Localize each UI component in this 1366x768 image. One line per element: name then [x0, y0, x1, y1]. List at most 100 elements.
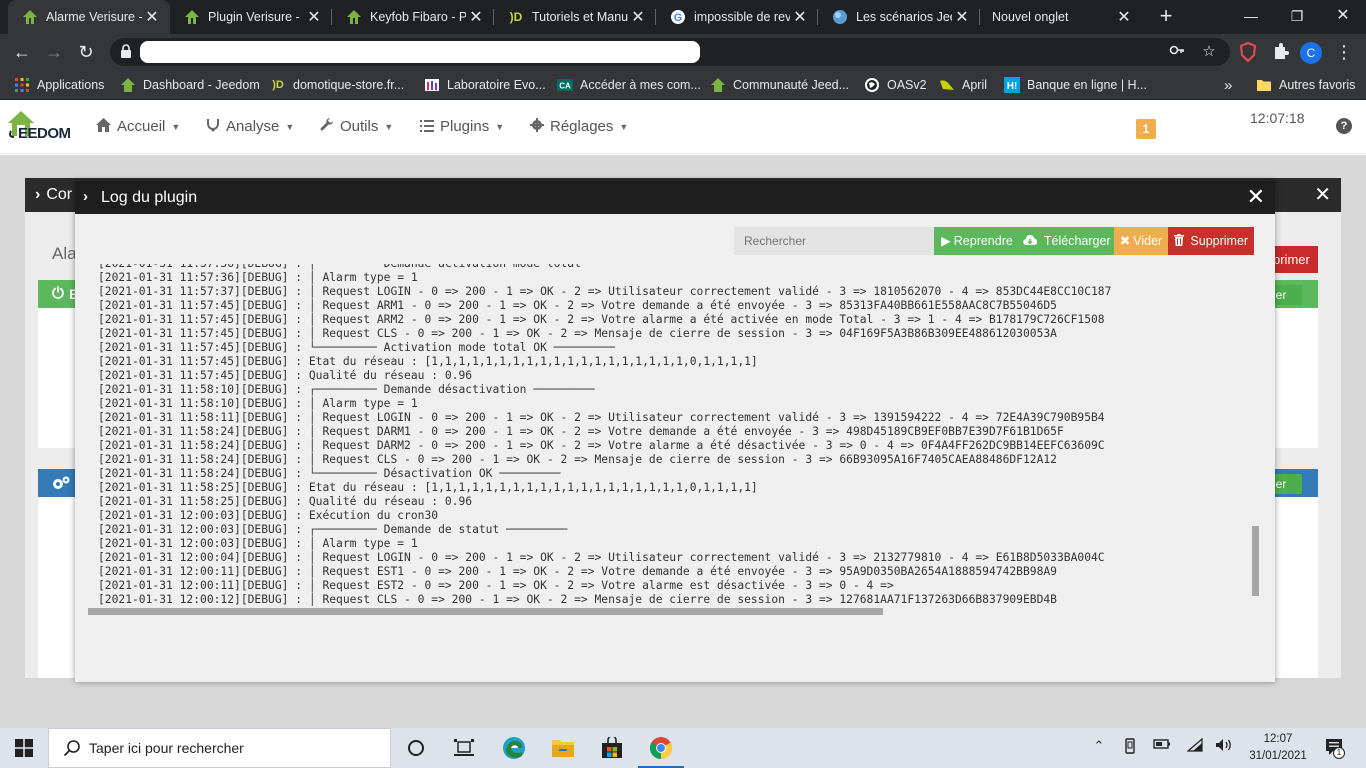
close-tab-icon[interactable]: ✕ — [628, 7, 648, 27]
log-line: [2021-01-31 11:58:10][DEBUG] : │ Alarm t… — [98, 397, 418, 410]
log-line: [2021-01-31 11:58:10][DEBUG] : ┌────────… — [98, 383, 595, 396]
log-line: [2021-01-31 11:57:36][DEBUG] : ┌────────… — [98, 264, 649, 271]
bookmark-star-icon[interactable]: ☆ — [1198, 42, 1220, 62]
tab-alarme-verisure[interactable]: Alarme Verisure - J ✕ — [8, 0, 170, 34]
cortana-icon[interactable] — [402, 734, 430, 762]
help-icon[interactable]: ? — [1336, 118, 1352, 134]
tab-tutoriels[interactable]: )D Tutoriels et Manue ✕ — [494, 0, 656, 34]
chrome-icon[interactable] — [638, 734, 684, 768]
bookmark-oasv2[interactable]: OASv2 — [864, 75, 927, 95]
bookmark-domotique-store[interactable]: )D domotique-store.fr... — [270, 75, 404, 95]
bookmark-label: Applications — [37, 78, 105, 92]
clear-button[interactable]: ✖ Vider — [1114, 227, 1168, 255]
menu-label: Outils — [340, 118, 379, 135]
globe-icon — [864, 77, 880, 93]
minimize-icon[interactable]: — — [1228, 0, 1274, 34]
menu-analyse[interactable]: Analyse ▼ — [206, 118, 294, 135]
chrome-menu-icon[interactable]: ⋮ — [1334, 40, 1354, 64]
clear-label: Vider — [1133, 234, 1163, 248]
address-bar[interactable]: ☆ — [110, 38, 1230, 66]
bookmark-acceder-comptes[interactable]: CA Accéder à mes com... — [557, 75, 701, 95]
close-icon[interactable]: ✕ — [1314, 178, 1331, 212]
window-close-icon[interactable]: ✕ — [1320, 0, 1366, 34]
extensions-icon[interactable] — [1268, 40, 1292, 64]
horizontal-scrollbar[interactable] — [88, 608, 883, 615]
bookmark-dashboard-jeedom[interactable]: Dashboard - Jeedom — [120, 75, 260, 95]
bookmarks-overflow-icon[interactable]: » — [1224, 75, 1232, 95]
reload-icon[interactable]: ↻ — [74, 40, 98, 64]
bookmark-other-favorites[interactable]: Autres favoris — [1256, 75, 1355, 95]
wifi-icon[interactable] — [1185, 737, 1205, 755]
task-view-icon[interactable] — [450, 734, 478, 762]
bookmark-banque-en-ligne[interactable]: H! Banque en ligne | H... — [1004, 75, 1147, 95]
close-tab-icon[interactable]: ✕ — [1114, 7, 1134, 27]
bank-icon: CA — [557, 77, 573, 93]
delete-button[interactable]: Supprimer — [1168, 227, 1254, 255]
log-modal: › Log du plugin ✕ ▶Reprendre Télécharger… — [75, 181, 1275, 682]
menu-outils[interactable]: Outils ▼ — [320, 117, 393, 135]
close-tab-icon[interactable]: ✕ — [304, 7, 324, 27]
close-icon[interactable]: ✕ — [1247, 185, 1265, 209]
log-line: [2021-01-31 11:57:37][DEBUG] : │ Request… — [98, 285, 1112, 298]
clock-time: 12:07 — [1263, 733, 1293, 745]
log-search-input[interactable] — [734, 227, 934, 255]
tab-nouvel-onglet[interactable]: Nouvel onglet ✕ — [980, 0, 1142, 34]
globe-icon — [832, 9, 848, 25]
windows-start-button[interactable] — [0, 728, 48, 768]
log-line: [2021-01-31 11:57:45][DEBUG] : │ Request… — [98, 299, 1057, 312]
log-line: [2021-01-31 11:57:45][DEBUG] : │ Request… — [98, 327, 1057, 340]
new-tab-icon[interactable]: + — [1154, 4, 1178, 28]
maximize-icon[interactable]: ❐ — [1274, 0, 1320, 34]
chevron-down-icon: ▼ — [495, 121, 505, 132]
taskbar-clock[interactable]: 12:07 31/01/2021 — [1240, 731, 1316, 765]
bookmark-april[interactable]: April — [939, 75, 987, 95]
list-icon — [420, 119, 434, 135]
bookmark-applications[interactable]: Applications — [14, 75, 104, 95]
download-button[interactable]: Télécharger — [1020, 227, 1114, 255]
key-icon[interactable] — [1166, 42, 1188, 64]
windows-logo-icon — [15, 739, 33, 757]
log-modal-header: › Log du plugin ✕ — [75, 181, 1275, 214]
tab-google-search[interactable]: G impossible de reve ✕ — [656, 0, 818, 34]
file-explorer-icon[interactable] — [549, 734, 577, 762]
trash-icon — [1173, 234, 1187, 248]
action-center-icon[interactable]: 1 — [1325, 738, 1345, 759]
jeedom-logo[interactable]: EEDOM — [6, 109, 78, 145]
forward-icon[interactable]: → — [42, 40, 66, 64]
menu-reglages[interactable]: Réglages ▼ — [530, 118, 628, 135]
menu-accueil[interactable]: Accueil ▼ — [96, 118, 180, 135]
close-tab-icon[interactable]: ✕ — [952, 7, 972, 27]
bookmark-communaute-jeedom[interactable]: Communauté Jeed... — [710, 75, 849, 95]
bookmark-label: Dashboard - Jeedom — [143, 78, 260, 92]
close-tab-icon[interactable]: ✕ — [790, 7, 810, 27]
jeedom-icon — [22, 9, 38, 25]
taskbar-search-box[interactable]: Taper ici pour rechercher — [48, 728, 391, 768]
close-tab-icon[interactable]: ✕ — [466, 7, 486, 27]
volume-icon[interactable] — [1214, 738, 1234, 755]
edge-icon[interactable] — [500, 734, 528, 762]
profile-avatar[interactable]: C — [1300, 42, 1322, 64]
notification-badge[interactable]: 1 — [1136, 119, 1156, 139]
chevron-down-icon: ▼ — [619, 121, 629, 132]
tab-scenarios-jeedom[interactable]: Les scénarios Jeed ✕ — [818, 0, 980, 34]
close-tab-icon[interactable]: ✕ — [142, 7, 162, 27]
resume-button[interactable]: ▶ Reprendre — [934, 227, 1020, 255]
search-icon — [63, 740, 80, 757]
bookmark-laboratoire-evo[interactable]: Laboratoire Evo... — [424, 75, 546, 95]
chevron-up-icon[interactable]: ⌃ — [1089, 738, 1109, 754]
log-content[interactable]: [2021-01-31 11:57:36][DEBUG] : ┌────────… — [88, 264, 1261, 608]
menu-plugins[interactable]: Plugins ▼ — [420, 118, 504, 135]
device-icon[interactable] — [1120, 738, 1140, 757]
analyse-icon — [206, 118, 220, 135]
remove-button[interactable]: primer — [1270, 246, 1318, 273]
battery-icon[interactable] — [1152, 738, 1172, 753]
brave-shield-icon[interactable] — [1236, 40, 1260, 64]
back-icon[interactable]: ← — [10, 40, 34, 64]
vertical-scrollbar[interactable] — [1252, 526, 1259, 596]
log-line: [2021-01-31 11:58:24][DEBUG] : │ Request… — [98, 453, 1057, 466]
tab-keyfob-fibaro[interactable]: Keyfob Fibaro - Pa ✕ — [332, 0, 494, 34]
microsoft-store-icon[interactable] — [598, 734, 626, 762]
bookmarks-bar: Applications Dashboard - Jeedom )D domot… — [0, 70, 1366, 100]
download-label: Télécharger — [1043, 234, 1111, 248]
tab-plugin-verisure[interactable]: Plugin Verisure - P ✕ — [170, 0, 332, 34]
